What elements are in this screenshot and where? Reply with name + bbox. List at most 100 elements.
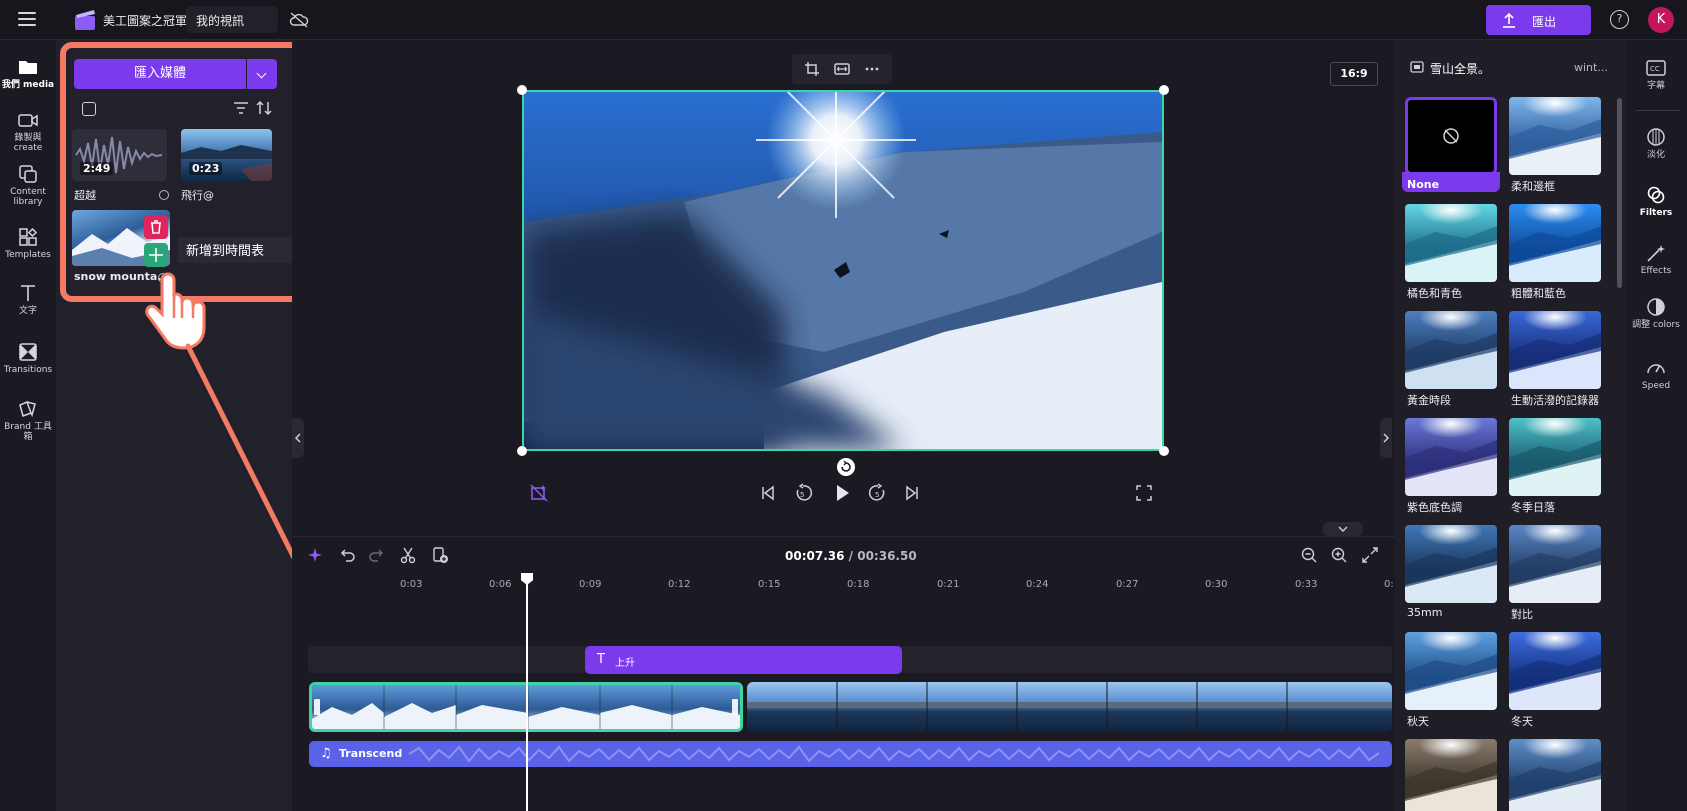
rail-label: Filters bbox=[1639, 208, 1673, 218]
menu-icon[interactable] bbox=[18, 12, 36, 26]
timeline-timecode: 00:07.36 / 00:36.50 bbox=[785, 549, 917, 563]
rail-captions[interactable]: CC 字幕 bbox=[1625, 58, 1687, 92]
filter-tile[interactable] bbox=[1405, 525, 1497, 603]
filter-tile[interactable] bbox=[1405, 311, 1497, 389]
rail-brand-kit[interactable]: Brand 工具箱 bbox=[0, 399, 56, 442]
help-icon[interactable]: ? bbox=[1610, 10, 1629, 29]
rail-effects[interactable]: Effects bbox=[1625, 243, 1687, 277]
audio-clip[interactable]: ♫ Transcend bbox=[309, 741, 1392, 767]
filters-scrollbar[interactable] bbox=[1617, 98, 1622, 288]
filter-preview bbox=[1405, 311, 1497, 389]
rail-label: Effects bbox=[1640, 266, 1672, 276]
filter-tile[interactable] bbox=[1509, 525, 1601, 603]
rail-content-library[interactable]: Content library bbox=[0, 164, 56, 207]
avatar[interactable]: K bbox=[1648, 7, 1674, 33]
zoom-in-icon[interactable] bbox=[1330, 546, 1348, 564]
clipchamp-logo-icon bbox=[75, 10, 95, 30]
tick-label: 0:33 bbox=[1295, 579, 1318, 590]
play-icon[interactable] bbox=[832, 483, 852, 503]
fit-timeline-icon[interactable] bbox=[1361, 546, 1379, 564]
filter-preview bbox=[1405, 739, 1497, 811]
filter-tile[interactable] bbox=[1405, 97, 1497, 175]
effects-icon bbox=[1647, 245, 1665, 262]
rail-record-create[interactable]: 錄製與 create bbox=[0, 110, 56, 153]
project-title: 美工圖案之冠軍 bbox=[103, 14, 188, 28]
rail-filters[interactable]: Filters bbox=[1625, 185, 1687, 219]
filter-preview bbox=[1509, 418, 1601, 496]
rail-label: Transitions bbox=[3, 365, 53, 375]
rail-label: Brand 工具箱 bbox=[4, 422, 52, 442]
undo-icon[interactable] bbox=[338, 546, 356, 564]
filter-label: 橘色和青色 bbox=[1407, 287, 1462, 300]
filter-tile[interactable] bbox=[1405, 418, 1497, 496]
zoom-out-icon[interactable] bbox=[1300, 546, 1318, 564]
magic-crop-icon[interactable] bbox=[529, 483, 549, 503]
export-button[interactable]: 匯出 bbox=[1486, 5, 1591, 35]
collapse-left-panel-button[interactable] bbox=[292, 418, 304, 458]
rail-adjust-colors[interactable]: 調整 colors bbox=[1625, 297, 1687, 331]
cloud-off-icon[interactable] bbox=[289, 12, 309, 28]
chevron-left-icon bbox=[294, 433, 301, 443]
rail-text[interactable]: 文字 bbox=[0, 283, 56, 316]
fit-icon[interactable] bbox=[834, 61, 850, 77]
tick-label: 0:09 bbox=[579, 579, 602, 590]
upload-icon bbox=[1503, 12, 1515, 28]
filter-label: 對比 bbox=[1511, 608, 1533, 621]
video-clip-lake[interactable] bbox=[747, 682, 1392, 732]
forward-5-icon[interactable]: 5 bbox=[868, 483, 888, 503]
add-clip-icon[interactable] bbox=[431, 546, 449, 564]
filter-label: 生動活潑的記錄器 bbox=[1511, 394, 1599, 407]
rotate-handle[interactable] bbox=[837, 458, 855, 476]
clip-icon bbox=[1410, 61, 1424, 73]
filter-tile[interactable] bbox=[1405, 739, 1497, 811]
folder-icon bbox=[19, 61, 37, 74]
time-separator: / bbox=[844, 549, 858, 563]
rewind-5-icon[interactable]: 5 bbox=[793, 483, 813, 503]
video-title-input[interactable]: 我的視訊 bbox=[186, 6, 278, 33]
resize-handle-br[interactable] bbox=[1159, 446, 1169, 456]
current-time: 00:07.36 bbox=[785, 549, 845, 563]
resize-handle-bl[interactable] bbox=[517, 446, 527, 456]
skip-forward-icon[interactable] bbox=[902, 483, 922, 503]
rail-speed[interactable]: Speed bbox=[1625, 358, 1687, 392]
video-preview[interactable] bbox=[522, 90, 1164, 451]
rail-transitions[interactable]: Transitions bbox=[0, 342, 56, 375]
filter-tile[interactable] bbox=[1405, 632, 1497, 710]
tick-label: 0: bbox=[1384, 579, 1394, 590]
more-icon[interactable] bbox=[864, 61, 880, 77]
filter-tile[interactable] bbox=[1509, 97, 1601, 175]
filter-tile[interactable] bbox=[1509, 739, 1601, 811]
skip-back-icon[interactable] bbox=[758, 483, 778, 503]
collapse-timeline-icon[interactable] bbox=[1323, 522, 1363, 536]
playhead[interactable] bbox=[526, 575, 528, 811]
filter-preview bbox=[1509, 311, 1601, 389]
rail-fade[interactable]: 淡化 bbox=[1625, 127, 1687, 161]
redo-icon[interactable] bbox=[368, 546, 386, 564]
rail-my-media[interactable]: 我們 media bbox=[0, 57, 56, 90]
brand-kit-icon bbox=[19, 400, 36, 418]
filter-tile[interactable] bbox=[1509, 204, 1601, 282]
filter-tile[interactable] bbox=[1509, 418, 1601, 496]
filter-tile[interactable] bbox=[1509, 632, 1601, 710]
aspect-ratio-button[interactable]: 16:9 bbox=[1330, 62, 1378, 86]
text-clip[interactable]: T 上升 bbox=[585, 646, 902, 674]
rail-templates[interactable]: Templates bbox=[0, 227, 56, 260]
filter-label: 35mm bbox=[1407, 606, 1443, 619]
split-icon[interactable] bbox=[399, 546, 417, 564]
svg-text:CC: CC bbox=[1650, 65, 1660, 73]
magic-icon[interactable] bbox=[306, 546, 324, 564]
resize-handle-tl[interactable] bbox=[517, 85, 527, 95]
fullscreen-icon[interactable] bbox=[1134, 483, 1154, 503]
timeline-ruler[interactable]: 0:03 0:06 0:09 0:12 0:15 0:18 0:21 0:24 … bbox=[292, 575, 1395, 593]
filter-tile[interactable] bbox=[1405, 204, 1497, 282]
rail-label: 錄製與 create bbox=[13, 133, 43, 153]
audio-clip-label: Transcend bbox=[339, 747, 403, 760]
preview-floating-toolbar bbox=[792, 54, 892, 84]
tick-label: 0:30 bbox=[1205, 579, 1228, 590]
crop-icon[interactable] bbox=[804, 61, 820, 77]
lake-filmstrip bbox=[747, 682, 1392, 732]
collapse-right-panel-button[interactable] bbox=[1380, 418, 1392, 458]
tick-label: 0:12 bbox=[668, 579, 691, 590]
filter-tile[interactable] bbox=[1509, 311, 1601, 389]
resize-handle-tr[interactable] bbox=[1159, 85, 1169, 95]
